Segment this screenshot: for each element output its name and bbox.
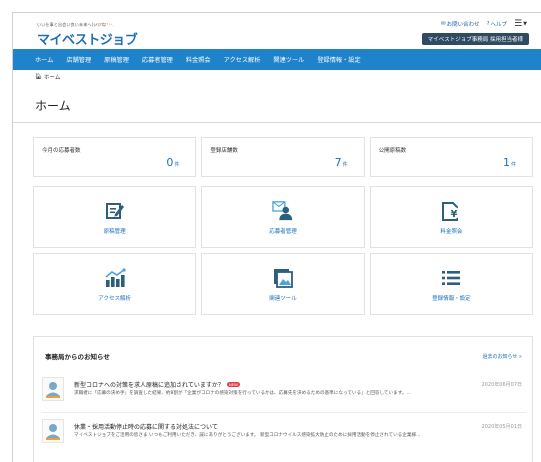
- notice-item[interactable]: 新型コロナへの対策を求人原稿に追加されていますか？ NEW 2020年06月07…: [42, 377, 526, 409]
- nav-home[interactable]: ホーム: [35, 55, 53, 64]
- analytics-icon: [104, 267, 126, 289]
- nav-billing[interactable]: 料金照会: [186, 55, 211, 64]
- notice-thumbnail: [42, 419, 64, 443]
- tile-tools[interactable]: 関連ツール: [201, 253, 365, 315]
- nav-analytics[interactable]: アクセス解析: [224, 55, 261, 64]
- applicant-icon: [272, 200, 294, 222]
- contact-link[interactable]: ✉ お問い合わせ: [441, 20, 480, 28]
- help-icon: ?: [486, 21, 490, 27]
- stat-value: 0件: [166, 156, 180, 169]
- tile-label: 応募者管理: [269, 228, 297, 235]
- stat-value: 1件: [502, 156, 516, 169]
- help-label: ヘルプ: [490, 22, 508, 28]
- logo-text: マイベストジョブ: [37, 33, 138, 48]
- svg-text:¥: ¥: [451, 209, 458, 220]
- nav-applicants[interactable]: 応募者管理: [142, 55, 173, 64]
- title-divider: [13, 122, 541, 123]
- page-title: ホーム: [35, 99, 71, 113]
- tile-settings[interactable]: 登録情報・設定: [369, 253, 533, 315]
- notices-panel: 事務局からのお知らせ 過去のお知らせ » 新型コロナへの対策を求人原稿に追加され…: [33, 336, 533, 462]
- tile-label: 料金照会: [440, 228, 463, 235]
- tile-billing[interactable]: ¥ 料金照会: [369, 186, 533, 248]
- nav-settings[interactable]: 登録情報・設定: [317, 55, 360, 64]
- stat-applicants: 今月の応募者数 0件: [33, 137, 197, 177]
- logo-arc: [91, 23, 115, 33]
- list-icon: [440, 267, 462, 289]
- stat-value: 7件: [334, 156, 348, 169]
- notice-date: 2020年05月01日: [481, 424, 522, 430]
- tile-label: 登録情報・設定: [432, 295, 471, 302]
- notice-date: 2020年06月07日: [481, 382, 522, 388]
- help-link[interactable]: ? ヘルプ: [487, 20, 507, 28]
- mail-icon: ✉: [441, 21, 446, 27]
- site-logo[interactable]: いい仕事と出会い良い未来へ(いいね マイベストジョブ: [37, 22, 138, 48]
- tile-applicants[interactable]: 応募者管理: [201, 186, 365, 248]
- menu-button[interactable]: ☰ ▼: [514, 19, 527, 29]
- tile-label: アクセス解析: [98, 295, 132, 302]
- top-bar: いい仕事と出会い良い未来へ(いいね マイベストジョブ ✉ お問い合わせ ? ヘル…: [13, 13, 541, 49]
- nav-tools[interactable]: 関連ツール: [273, 55, 304, 64]
- stats-row: 今月の応募者数 0件 登録店舗数 7件 公開原稿数 1件: [33, 137, 533, 177]
- image-tool-icon: [272, 267, 294, 289]
- account-button[interactable]: マイベストジョブ事務局 採用担当者様: [421, 33, 529, 45]
- logo-tagline: いい仕事と出会い良い未来へ(いいね: [37, 22, 106, 27]
- main-nav: ホーム 店舗管理 原稿管理 応募者管理 料金照会 アクセス解析 関連ツール 登録…: [13, 49, 541, 70]
- edit-icon: [104, 200, 126, 222]
- breadcrumb-home[interactable]: ホーム: [44, 73, 60, 81]
- notice-item[interactable]: 休業・採用活動停止時の応募に関する対処法について 2020年05月01日 マイベ…: [42, 419, 526, 451]
- tile-label: 原稿管理: [103, 228, 126, 235]
- notice-title: 休業・採用活動停止時の応募に関する対処法について: [74, 424, 218, 431]
- tile-manuscripts[interactable]: 原稿管理: [33, 186, 197, 248]
- tile-analytics[interactable]: アクセス解析: [33, 253, 197, 315]
- hamburger-icon: ☰: [514, 19, 523, 29]
- nav-stores[interactable]: 店舗管理: [66, 55, 91, 64]
- notice-title: 新型コロナへの対策を求人原稿に追加されていますか？ NEW: [74, 382, 240, 389]
- stat-label: 登録店舗数: [210, 148, 238, 154]
- header-links: ✉ お問い合わせ ? ヘルプ ☰ ▼: [441, 19, 527, 29]
- stat-label: 今月の応募者数: [42, 148, 81, 154]
- home-icon: 🏠︎: [35, 74, 42, 80]
- past-notices-link[interactable]: 過去のお知らせ »: [482, 353, 522, 360]
- notices-heading: 事務局からのお知らせ: [45, 353, 110, 361]
- yen-document-icon: ¥: [440, 200, 462, 222]
- notice-body: マイベストジョブをご活用の皆さま いつもご利用いただき、誠にありがとうございます…: [74, 433, 421, 438]
- app-frame: いい仕事と出会い良い未来へ(いいね マイベストジョブ ✉ お問い合わせ ? ヘル…: [12, 12, 541, 462]
- contact-label: お問い合わせ: [446, 22, 480, 28]
- tile-label: 関連ツール: [269, 295, 297, 302]
- stat-published: 公開原稿数 1件: [369, 137, 533, 177]
- menu-tiles: 原稿管理 応募者管理 ¥ 料金照会 アクセス解析 関連ツール 登録情報・設定: [33, 186, 533, 315]
- stat-stores: 登録店舗数 7件: [201, 137, 365, 177]
- nav-manuscripts[interactable]: 原稿管理: [104, 55, 129, 64]
- new-badge: NEW: [226, 382, 240, 387]
- stat-label: 公開原稿数: [378, 148, 407, 154]
- notice-thumbnail: [42, 377, 64, 401]
- caret-down-icon: ▼: [523, 21, 527, 27]
- notice-divider: [42, 412, 526, 413]
- notice-body: 求職者に「応募の決め手」を調査した結果、約8割が「企業がコロナの感染対策を行って…: [74, 391, 412, 396]
- breadcrumb: 🏠︎ ホーム: [13, 70, 541, 84]
